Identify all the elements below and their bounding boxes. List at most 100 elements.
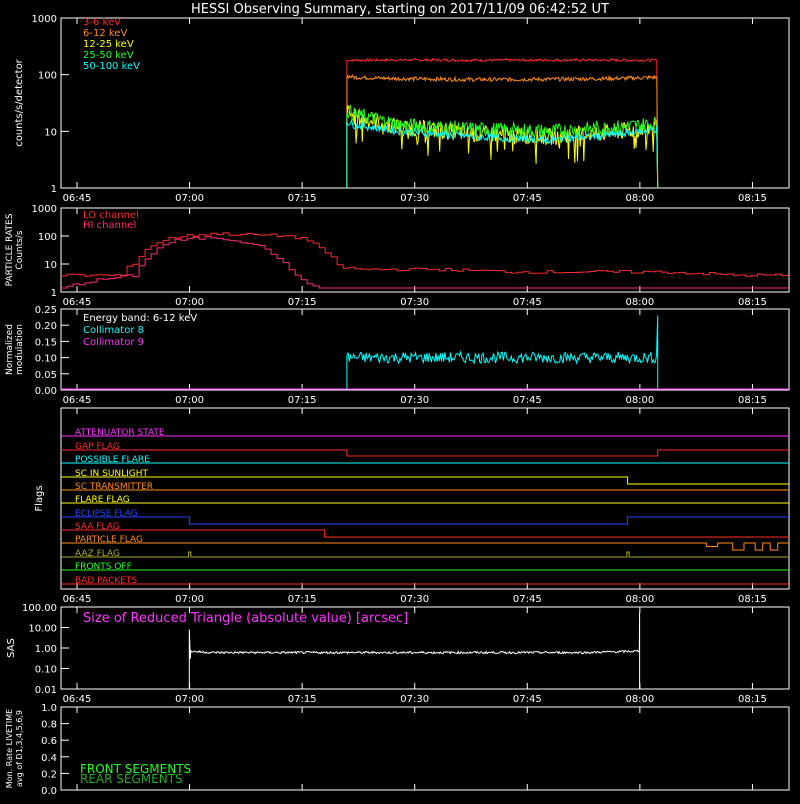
- flag-label: ECLIPSE FLAG: [75, 509, 138, 519]
- y-axis-label: Normalized: [5, 324, 15, 375]
- y-axis-label: modulation: [15, 324, 25, 375]
- x-tick-label: 08:15: [738, 297, 767, 308]
- flag-label: AAZ FLAG: [75, 549, 120, 559]
- y-tick-label: 0.05: [35, 370, 57, 381]
- flag-label: ATTENUATOR STATE: [75, 428, 165, 438]
- y-axis-label: Flags: [34, 485, 45, 511]
- hessi-summary-svg: HESSI Observing Summary, starting on 201…: [5, 2, 790, 797]
- flag-line: [61, 449, 789, 457]
- x-tick-label: 06:45: [63, 395, 92, 406]
- legend-entry: 50-100 keV: [83, 61, 140, 72]
- y-tick-label: 0.25: [35, 305, 57, 316]
- y-axis-label: avg of D1,3,4,5,6,9: [15, 710, 24, 787]
- x-tick-label: 07:15: [288, 297, 317, 308]
- x-tick-label: 07:30: [400, 297, 429, 308]
- x-tick-label: 07:30: [400, 694, 429, 705]
- x-tick-label: 06:45: [63, 193, 92, 204]
- y-tick-label: 1000: [32, 204, 57, 215]
- flags-panel: [60, 407, 790, 590]
- hessi-summary-figure: HESSI Observing Summary, starting on 201…: [0, 0, 800, 800]
- flag-line: [61, 551, 789, 558]
- x-tick-label: 07:45: [513, 395, 542, 406]
- y-tick-label: 0.15: [35, 337, 57, 348]
- particle-rate-panel: [60, 207, 790, 293]
- x-tick-label: 07:45: [513, 594, 542, 605]
- legend-entry: 3-6 keV: [83, 17, 121, 28]
- y-axis-label: Counts/s: [15, 230, 25, 269]
- y-tick-label: 0.4: [41, 753, 57, 764]
- y-tick-label: 0.10: [35, 354, 57, 365]
- flag-label: POSSIBLE FLARE: [75, 455, 150, 465]
- y-tick-label: 0.0: [41, 786, 57, 797]
- flag-line: [61, 476, 789, 485]
- flag-line: [61, 516, 789, 525]
- flag-label: FLARE FLAG: [75, 495, 130, 505]
- legend-entry: Collimator 9: [83, 337, 144, 348]
- x-tick-label: 07:00: [175, 395, 204, 406]
- y-tick-label: 100: [38, 71, 57, 82]
- x-tick-label: 07:45: [513, 694, 542, 705]
- x-tick-label: 08:00: [625, 297, 654, 308]
- y-tick-label: 0.10: [35, 665, 57, 676]
- count-rate-panel: [60, 17, 790, 189]
- figure-title: HESSI Observing Summary, starting on 201…: [191, 2, 609, 17]
- flag-line: [61, 542, 789, 551]
- legend-entry: 6-12 keV: [83, 28, 127, 39]
- x-tick-label: 08:15: [738, 395, 767, 406]
- y-tick-label: 100.00: [22, 603, 57, 614]
- y-tick-label: 1: [51, 288, 57, 299]
- x-tick-label: 08:15: [738, 594, 767, 605]
- x-tick-label: 07:15: [288, 193, 317, 204]
- x-tick-label: 07:00: [175, 594, 204, 605]
- legend-entry: HI channel: [83, 220, 136, 231]
- x-tick-label: 08:00: [625, 395, 654, 406]
- y-tick-label: 1.00: [35, 644, 57, 655]
- x-tick-label: 08:00: [625, 594, 654, 605]
- x-tick-label: 08:15: [738, 193, 767, 204]
- y-tick-label: 0.00: [35, 386, 57, 397]
- y-tick-label: 10.00: [28, 624, 57, 635]
- legend-entry: 12-25 keV: [83, 39, 134, 50]
- y-tick-label: 0.20: [35, 321, 57, 332]
- series-line: [61, 232, 788, 277]
- x-tick-label: 07:30: [400, 395, 429, 406]
- y-tick-label: 0.2: [41, 769, 57, 780]
- series-line: [61, 236, 788, 289]
- legend-entry: 25-50 keV: [83, 50, 134, 61]
- y-tick-label: 1000: [32, 14, 57, 25]
- x-tick-label: 07:45: [513, 297, 542, 308]
- y-axis-label: PARTICLE RATES: [5, 213, 15, 286]
- x-tick-label: 07:15: [288, 594, 317, 605]
- flag-label: GAP FLAG: [75, 442, 120, 452]
- series-line: [346, 105, 659, 189]
- series-line: [346, 104, 659, 189]
- y-tick-label: 0.01: [35, 685, 57, 696]
- flag-label: SC TRANSMITTER: [75, 482, 153, 492]
- y-axis-label: SAS: [6, 638, 17, 658]
- x-tick-label: 07:30: [400, 594, 429, 605]
- x-tick-label: 08:15: [738, 694, 767, 705]
- x-tick-label: 08:00: [625, 694, 654, 705]
- y-tick-label: 100: [38, 232, 57, 243]
- x-tick-label: 07:00: [175, 193, 204, 204]
- y-tick-label: 0.6: [41, 736, 57, 747]
- y-tick-label: 0.8: [41, 720, 57, 731]
- y-axis-label: Mon. Rate LIVETIME: [5, 709, 14, 788]
- flag-label: SAA FLAG: [75, 522, 120, 532]
- series-line: [346, 315, 659, 389]
- y-tick-label: 10: [44, 127, 57, 138]
- x-tick-label: 06:45: [63, 694, 92, 705]
- x-tick-label: 07:00: [175, 694, 204, 705]
- y-axis-label: counts/s/detector: [14, 58, 25, 146]
- x-tick-label: 07:45: [513, 193, 542, 204]
- x-tick-label: 06:45: [63, 297, 92, 308]
- flag-line: [61, 529, 789, 538]
- x-tick-label: 07:00: [175, 297, 204, 308]
- panel-annotation: Size of Reduced Triangle (absolute value…: [83, 611, 408, 626]
- legend-entry: Collimator 8: [83, 325, 144, 336]
- flag-label: SC IN SUNLIGHT: [75, 469, 149, 479]
- x-tick-label: 08:00: [625, 193, 654, 204]
- x-tick-label: 06:45: [63, 594, 92, 605]
- flag-label: PARTICLE FLAG: [75, 535, 143, 545]
- y-tick-label: 1: [51, 184, 57, 195]
